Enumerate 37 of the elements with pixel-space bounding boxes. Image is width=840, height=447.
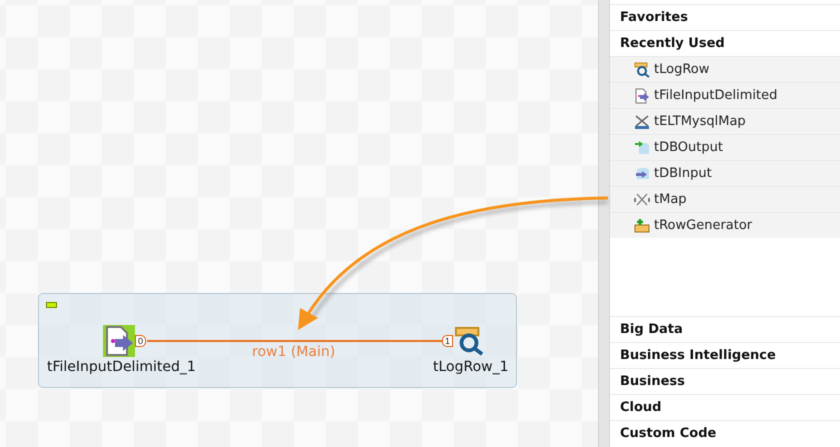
folder-plus-icon (634, 218, 650, 234)
palette-item[interactable]: tDBOutput (610, 134, 840, 160)
palette-item-label: tELTMysqlMap (654, 114, 746, 129)
palette-category[interactable]: Business Intelligence (610, 342, 840, 368)
palette-category[interactable]: Business (610, 368, 840, 394)
mapper-icon (634, 192, 650, 208)
database-arrow-icon (634, 166, 650, 182)
palette-category[interactable]: Custom Code (610, 420, 840, 446)
output-port[interactable]: 0 (135, 335, 146, 347)
palette-item[interactable]: tRowGenerator (610, 212, 840, 238)
palette-item[interactable]: tLogRow (610, 56, 840, 82)
connection-label: row1 (Main) (252, 344, 336, 360)
palette-item[interactable]: tFileInputDelimited (610, 82, 840, 108)
collapse-toggle[interactable] (46, 302, 57, 308)
palette-category[interactable]: Cloud (610, 394, 840, 420)
palette-category[interactable]: Favorites (610, 4, 840, 30)
file-arrow-icon (634, 88, 650, 104)
component-node[interactable] (103, 325, 135, 357)
palette-item-label: tDBInput (654, 166, 712, 181)
palette-item[interactable]: tDBInput (610, 160, 840, 186)
palette-item-label: tMap (654, 192, 687, 207)
file-arrow-icon (103, 325, 135, 357)
palette-item-label: tFileInputDelimited (654, 88, 778, 103)
palette-item[interactable]: tMap (610, 186, 840, 212)
palette-category[interactable]: Big Data (610, 316, 840, 342)
palette-item-label: tLogRow (654, 62, 710, 77)
component-label: tFileInputDelimited_1 (47, 359, 196, 375)
component-node[interactable] (454, 326, 484, 356)
palette-item-label: tDBOutput (654, 140, 723, 155)
database-arrow-icon (634, 140, 650, 156)
component-label: tLogRow_1 (433, 359, 509, 375)
mapper-icon (634, 114, 650, 130)
input-port[interactable]: 1 (442, 335, 454, 347)
magnifier-icon (634, 62, 650, 78)
magnifier-icon (454, 326, 484, 356)
palette-item-label: tRowGenerator (654, 218, 752, 233)
palette-item[interactable]: tELTMysqlMap (610, 108, 840, 134)
